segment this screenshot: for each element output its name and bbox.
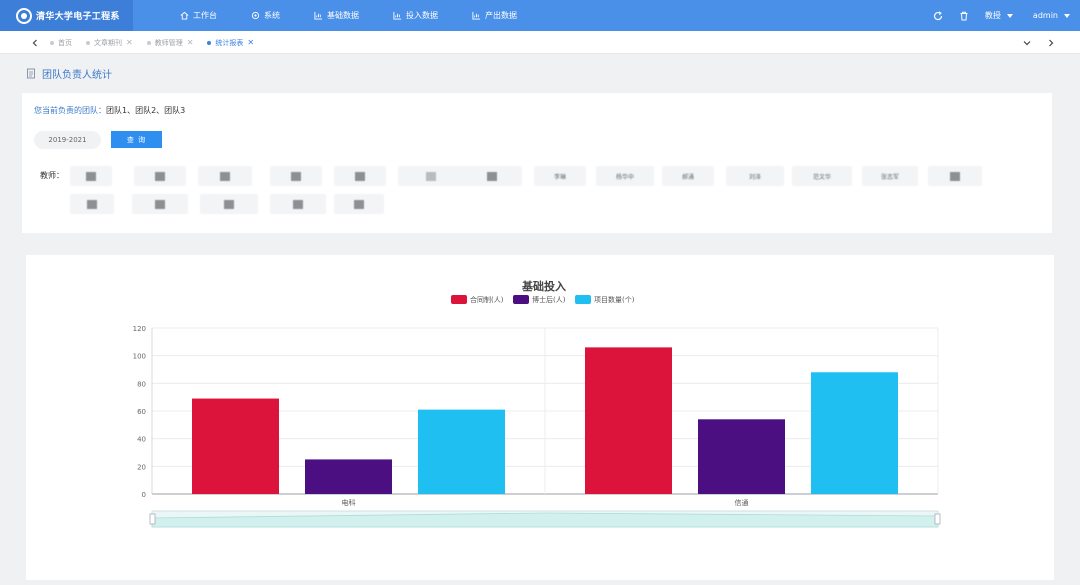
legend-label: 项目数量(个) xyxy=(594,295,635,304)
bar xyxy=(305,459,392,494)
legend-swatch xyxy=(575,295,591,304)
y-tick-label: 40 xyxy=(137,436,146,444)
bar xyxy=(192,398,279,494)
chart-title: 基础投入 xyxy=(521,279,566,293)
legend-swatch xyxy=(513,295,529,304)
x-tick-label: 电科 xyxy=(342,498,356,507)
bar xyxy=(698,419,785,494)
bar xyxy=(811,372,898,494)
y-tick-label: 80 xyxy=(137,380,146,388)
legend-label: 博士后(人) xyxy=(532,295,566,304)
zoom-handle-left xyxy=(149,513,156,525)
bar xyxy=(585,347,672,494)
y-tick-label: 60 xyxy=(137,408,146,416)
y-tick-label: 20 xyxy=(137,463,146,471)
y-tick-label: 0 xyxy=(142,491,146,499)
y-tick-label: 100 xyxy=(133,353,146,361)
bar-chart: 0 20 40 60 80 100 120 电科 信通 基础投入合同制(人) 博士后(人) 项目数量(… xyxy=(133,279,941,528)
bar xyxy=(418,409,505,494)
x-tick-label: 信通 xyxy=(735,498,749,507)
legend-label: 合同制(人) xyxy=(470,295,504,304)
y-tick-label: 120 xyxy=(133,325,146,333)
zoom-handle-right xyxy=(934,513,941,525)
legend-swatch xyxy=(451,295,467,304)
